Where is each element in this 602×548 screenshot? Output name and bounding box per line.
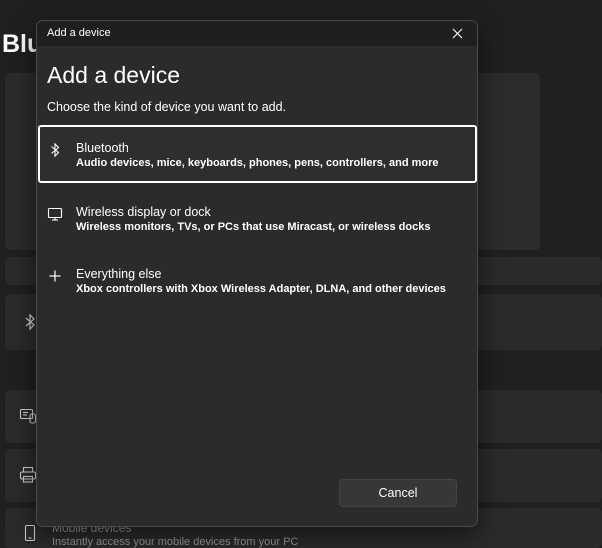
settings-window: Bluetooth & devices	[0, 0, 602, 548]
dialog-window-title: Add a device	[47, 27, 111, 39]
bluetooth-icon	[47, 142, 63, 158]
mobile-devices-subtitle: Instantly access your mobile devices fro…	[52, 536, 299, 548]
dialog-heading: Add a device	[47, 62, 180, 88]
option-title: Wireless display or dock	[76, 205, 211, 219]
page-title: Bluetooth & devices	[2, 30, 36, 58]
monitor-icon	[47, 206, 63, 222]
phone-icon	[21, 524, 39, 542]
option-title: Everything else	[76, 267, 162, 281]
option-title: Bluetooth	[76, 141, 129, 155]
option-everything-else[interactable]: Everything else Xbox controllers with Xb…	[38, 251, 474, 309]
option-wireless-display[interactable]: Wireless display or dock Wireless monito…	[38, 189, 474, 247]
printer-icon	[19, 466, 37, 484]
plus-icon	[47, 268, 63, 284]
add-device-dialog: Add a device Add a device Choose the kin…	[36, 20, 478, 527]
close-button[interactable]	[437, 21, 477, 46]
keyboard-mouse-icon	[19, 407, 37, 425]
cancel-button[interactable]: Cancel	[339, 479, 457, 507]
option-description: Wireless monitors, TVs, or PCs that use …	[76, 221, 431, 233]
option-description: Audio devices, mice, keyboards, phones, …	[76, 157, 439, 169]
dialog-subtitle: Choose the kind of device you want to ad…	[47, 100, 287, 114]
close-icon	[452, 28, 463, 39]
dialog-titlebar: Add a device	[37, 21, 477, 46]
option-bluetooth[interactable]: Bluetooth Audio devices, mice, keyboards…	[38, 125, 477, 183]
option-description: Xbox controllers with Xbox Wireless Adap…	[76, 283, 446, 295]
